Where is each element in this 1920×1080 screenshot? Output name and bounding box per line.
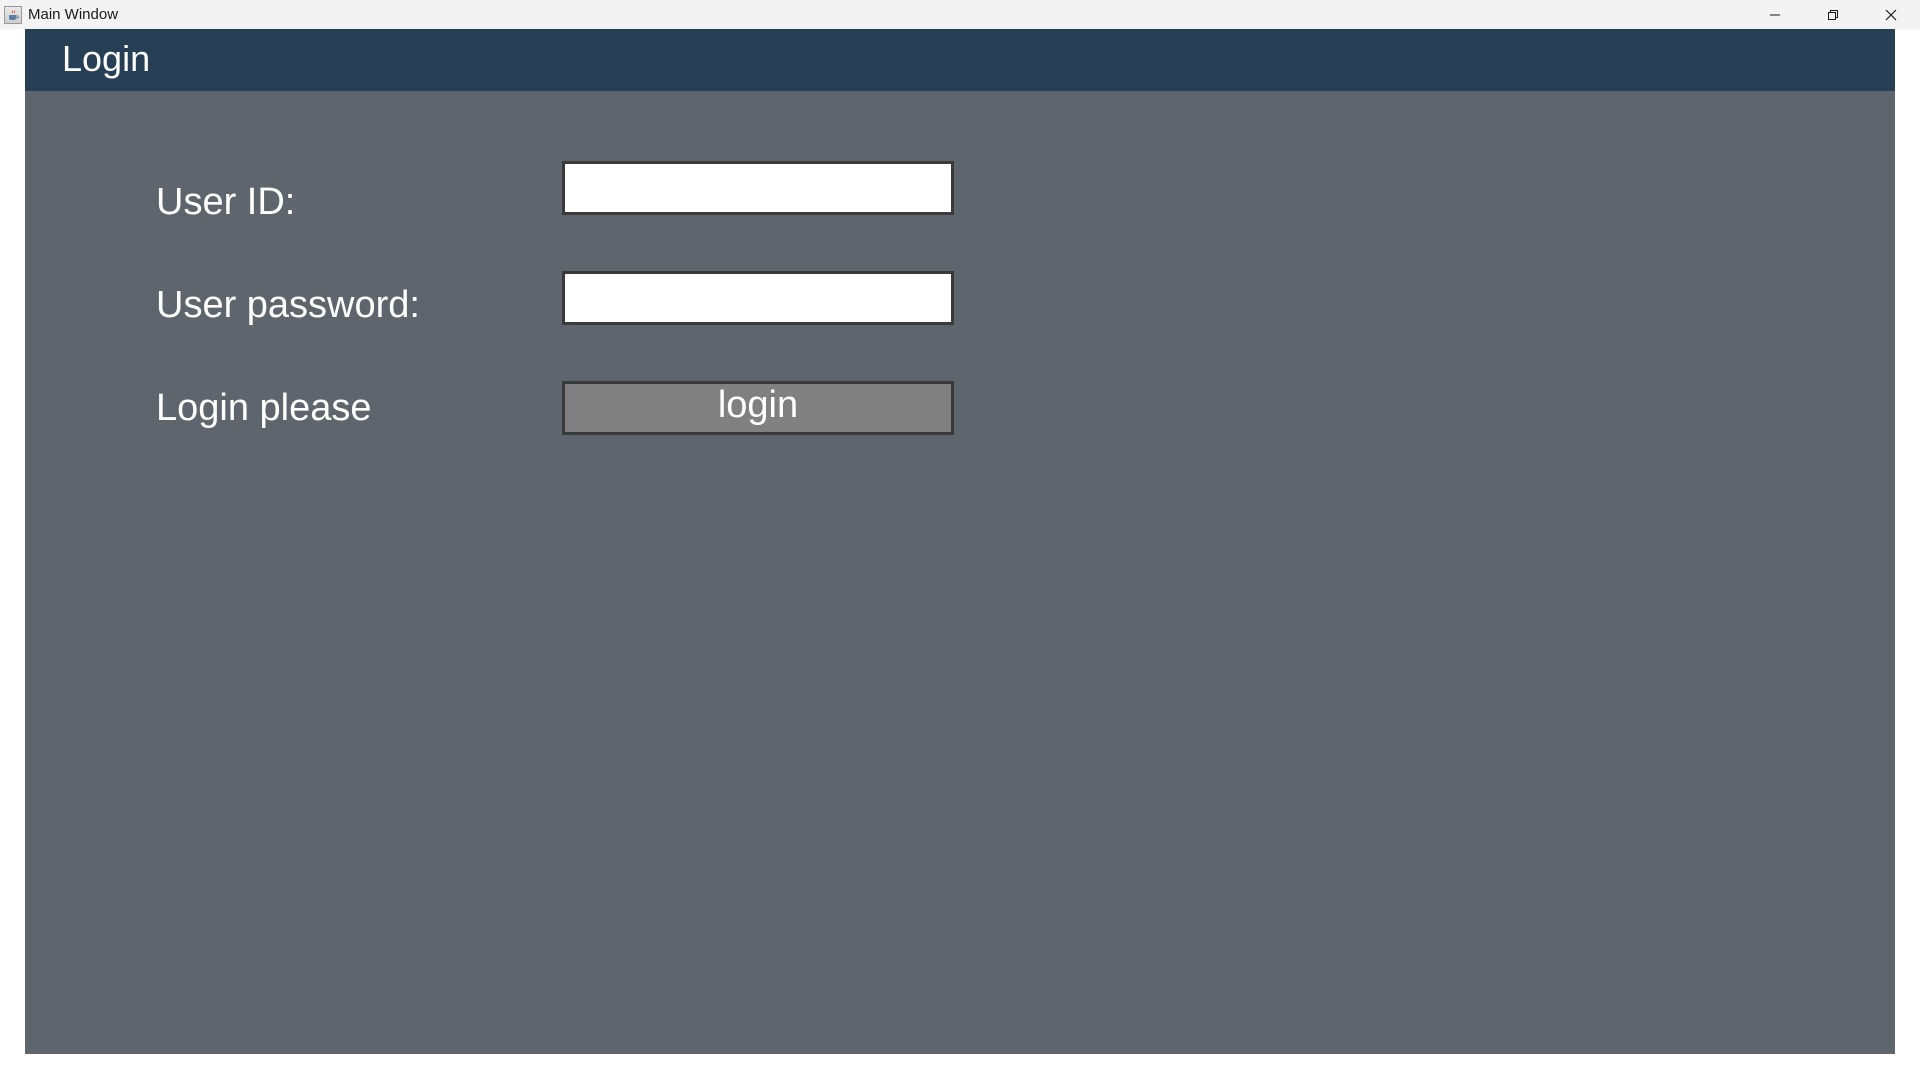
user-id-input[interactable]	[562, 161, 954, 215]
login-status-text: Login please	[156, 387, 372, 429]
restore-icon	[1828, 9, 1838, 20]
login-button[interactable]: login	[562, 381, 954, 435]
user-password-label: User password:	[156, 284, 420, 326]
java-cup-icon	[4, 5, 22, 24]
restore-button[interactable]	[1804, 0, 1862, 29]
window-controls	[1746, 0, 1920, 29]
minimize-button[interactable]	[1746, 0, 1804, 29]
header-bar: Login	[25, 29, 1895, 91]
close-icon	[1885, 9, 1897, 20]
minimize-icon	[1770, 14, 1780, 15]
page-title: Login	[62, 38, 151, 79]
close-button[interactable]	[1862, 0, 1920, 29]
main-window: Main Window Login User ID: User password…	[0, 0, 1920, 1080]
window-titlebar[interactable]: Main Window	[0, 0, 1920, 29]
user-password-input[interactable]	[562, 271, 954, 325]
window-title: Main Window	[28, 6, 119, 23]
login-panel: Login User ID: User password: Login plea…	[25, 29, 1895, 1054]
user-id-label: User ID:	[156, 181, 296, 223]
